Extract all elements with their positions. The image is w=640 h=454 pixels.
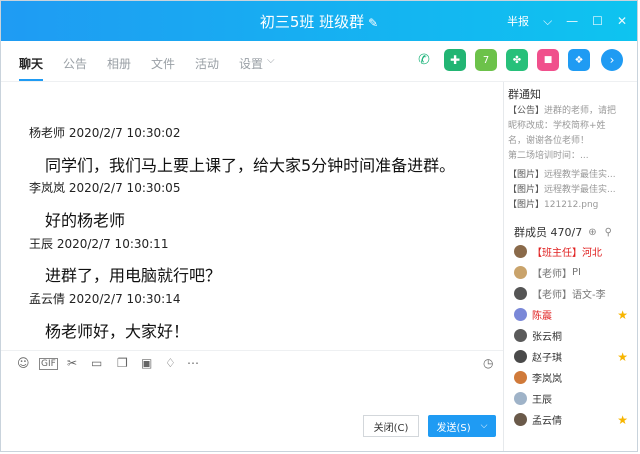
member-name: PI bbox=[572, 267, 581, 278]
member-name: 王辰 bbox=[532, 395, 552, 406]
member-role: 【班主任】 bbox=[532, 248, 582, 259]
avatar bbox=[514, 287, 527, 300]
avatar bbox=[514, 245, 527, 258]
member-item[interactable]: 孟云倩 ★ bbox=[508, 409, 632, 430]
star-icon: ★ bbox=[617, 307, 628, 322]
grid-icon[interactable]: ❖ bbox=[568, 49, 590, 71]
avatar bbox=[514, 266, 527, 279]
member-list: 群成员 470/7 ⊕ ⚲ 【班主任】 河北 【老师】 PI 【老师】 语文-李 陈震 ★ 张云… bbox=[508, 223, 632, 430]
member-name: 李岚岚 bbox=[532, 374, 562, 385]
tab-settings[interactable]: 设置 bbox=[239, 55, 263, 72]
send-button[interactable]: 发送(S) ⌵ bbox=[428, 415, 496, 437]
maximize-button[interactable]: ☐ bbox=[592, 14, 603, 28]
notice-heading: 群通知 bbox=[508, 88, 541, 101]
member-name: 张云桐 bbox=[532, 332, 562, 343]
input-toolbar: ☺ GIF ✂ ▭ ❐ ▣ ♢ ⋯ ◷ bbox=[1, 350, 503, 377]
apps-icon[interactable]: ✤ bbox=[506, 49, 528, 71]
send-options-chevron-icon[interactable]: ⌵ bbox=[481, 421, 488, 431]
tab-announcement[interactable]: 公告 bbox=[63, 55, 87, 72]
message-list: 杨老师 2020/2/7 10:30:02 同学们，我们马上要上课了，给大家5分… bbox=[1, 82, 503, 350]
member-item[interactable]: 赵子琪 ★ bbox=[508, 346, 632, 367]
avatar bbox=[514, 350, 527, 363]
title-bar: 初三5班 班级群 ✎ 半报 ⌵ — ☐ ✕ bbox=[1, 1, 637, 41]
message-icon[interactable]: ✚ bbox=[444, 49, 466, 71]
minimize-button[interactable]: — bbox=[566, 14, 578, 28]
message-header: 孟云倩 2020/2/7 10:30:14 bbox=[29, 292, 181, 306]
close-button[interactable]: 关闭(C) bbox=[363, 415, 419, 437]
tab-chat[interactable]: 聊天 bbox=[19, 55, 44, 81]
gif-icon[interactable]: GIF bbox=[39, 358, 58, 370]
member-item[interactable]: 陈震 ★ bbox=[508, 304, 632, 325]
member-role: 【老师】 bbox=[532, 290, 572, 301]
expand-panel-icon[interactable]: › bbox=[601, 49, 623, 71]
more-icon[interactable]: ⋯ bbox=[187, 356, 199, 370]
avatar bbox=[514, 413, 527, 426]
message-text: 进群了，用电脑就行吧？ bbox=[45, 266, 222, 285]
member-item[interactable]: 李岚岚 bbox=[508, 367, 632, 388]
tab-files[interactable]: 文件 bbox=[151, 55, 175, 72]
add-member-icon[interactable]: ⊕ bbox=[588, 227, 596, 238]
member-item[interactable]: 【班主任】 河北 bbox=[508, 241, 632, 262]
member-item[interactable]: 王辰 bbox=[508, 388, 632, 409]
edit-title-icon[interactable]: ✎ bbox=[368, 16, 378, 30]
scissors-icon[interactable]: ✂ bbox=[67, 356, 77, 370]
avatar bbox=[514, 371, 527, 384]
member-item[interactable]: 【老师】 语文-李 bbox=[508, 283, 632, 304]
member-name: 河北 bbox=[582, 248, 602, 259]
notice-line[interactable]: 【图片】远程教学最佳实... bbox=[508, 168, 618, 183]
search-icon[interactable]: ⚲ bbox=[605, 227, 612, 238]
tab-activities[interactable]: 活动 bbox=[195, 55, 219, 72]
mode-label[interactable]: 半报 bbox=[507, 13, 529, 29]
group-notice: 群通知 【公告】进群的老师，请把 昵称改成：学校简称+姓 名，谢谢各位老师！ 第… bbox=[508, 82, 618, 213]
message-header: 杨老师 2020/2/7 10:30:02 bbox=[29, 126, 181, 140]
star-icon: ★ bbox=[617, 349, 628, 364]
folder-icon[interactable]: ▭ bbox=[91, 356, 102, 370]
group-title: 初三5班 班级群 bbox=[259, 13, 365, 31]
avatar bbox=[514, 392, 527, 405]
notice-line[interactable]: 名，谢谢各位老师！ bbox=[508, 134, 618, 149]
history-icon[interactable]: ◷ bbox=[483, 356, 493, 370]
member-count: 群成员 470/7 bbox=[514, 226, 583, 239]
avatar bbox=[514, 329, 527, 342]
settings-chevron-icon[interactable]: ⌵ bbox=[267, 55, 275, 66]
calendar-icon[interactable]: 7 bbox=[475, 49, 497, 71]
message-text: 好的杨老师 bbox=[45, 211, 126, 230]
emoji-icon[interactable]: ☺ bbox=[17, 356, 30, 370]
message-text: 同学们，我们马上要上课了，给大家5分钟时间准备进群。 bbox=[45, 156, 456, 175]
message-header: 李岚岚 2020/2/7 10:30:05 bbox=[29, 181, 181, 195]
chevron-down-icon[interactable]: ⌵ bbox=[543, 14, 552, 29]
chat-window: 初三5班 班级群 ✎ 半报 ⌵ — ☐ ✕ 聊天 公告 相册 文件 活动 设置 ⌵… bbox=[0, 0, 638, 452]
close-window-button[interactable]: ✕ bbox=[617, 14, 627, 28]
member-name: 语文-李 bbox=[572, 290, 606, 301]
bell-icon[interactable]: ♢ bbox=[165, 356, 176, 370]
panel-divider bbox=[503, 82, 504, 451]
member-name: 孟云倩 bbox=[532, 416, 562, 427]
image-icon[interactable]: ▣ bbox=[141, 356, 152, 370]
message-text: 杨老师好，大家好！ bbox=[45, 322, 190, 341]
notice-line[interactable]: 【图片】121212.png bbox=[508, 198, 618, 213]
tab-album[interactable]: 相册 bbox=[107, 55, 131, 72]
phone-icon[interactable]: ✆ bbox=[413, 49, 435, 71]
files-icon[interactable]: ❐ bbox=[117, 356, 128, 370]
notice-line[interactable]: 【图片】远程教学最佳实... bbox=[508, 183, 618, 198]
member-role: 【老师】 bbox=[532, 269, 572, 280]
member-name: 陈震 bbox=[532, 311, 552, 322]
member-item[interactable]: 张云桐 bbox=[508, 325, 632, 346]
avatar bbox=[514, 308, 527, 321]
video-icon[interactable]: ■ bbox=[537, 49, 559, 71]
message-header: 王辰 2020/2/7 10:30:11 bbox=[29, 237, 169, 251]
star-icon: ★ bbox=[617, 412, 628, 427]
notice-line[interactable]: 昵称改成：学校简称+姓 bbox=[508, 119, 618, 134]
notice-line[interactable]: 【公告】进群的老师，请把 bbox=[508, 104, 618, 119]
notice-line[interactable]: 第二场培训时间：... bbox=[508, 149, 618, 164]
member-name: 赵子琪 bbox=[532, 353, 562, 364]
member-item[interactable]: 【老师】 PI bbox=[508, 262, 632, 283]
